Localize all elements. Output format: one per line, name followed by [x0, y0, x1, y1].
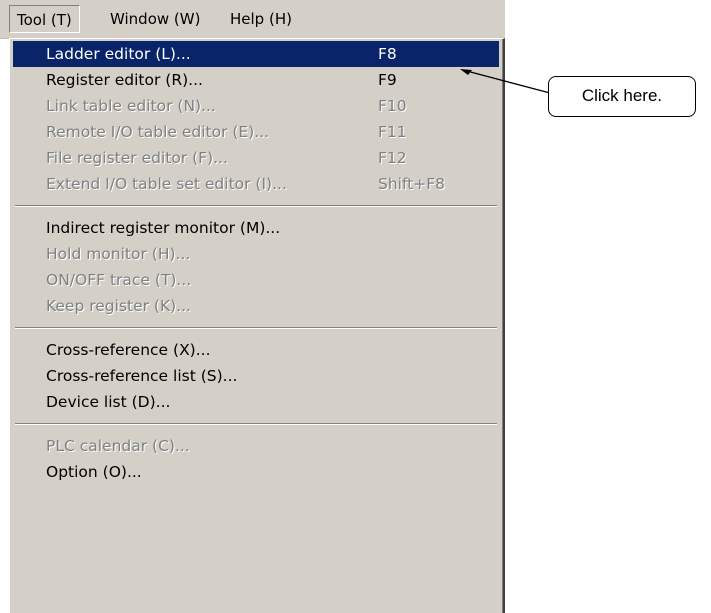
- menu-item-label: Option (O)...: [46, 463, 142, 481]
- menu-item-plc-calendar: PLC calendar (C)...: [13, 433, 499, 459]
- menu-item-label: Extend I/O table set editor (I)...: [46, 175, 287, 193]
- screenshot-stage: Tool (T) Window (W) Help (H) Ladder edit…: [0, 0, 711, 613]
- menu-item-label: PLC calendar (C)...: [46, 437, 190, 455]
- menu-item-label: Cross-reference list (S)...: [46, 367, 238, 385]
- menu-item-shortcut: F9: [378, 71, 397, 89]
- menu-item-option[interactable]: Option (O)...: [13, 459, 499, 485]
- menu-item-hold-monitor: Hold monitor (H)...: [13, 241, 499, 267]
- menu-item-keep-register: Keep register (K)...: [13, 293, 499, 319]
- menu-item-label: File register editor (F)...: [46, 149, 228, 167]
- menu-item-link-table-editor: Link table editor (N)... F10: [13, 93, 499, 119]
- menu-item-shortcut: Shift+F8: [378, 175, 445, 193]
- menu-item-label: Hold monitor (H)...: [46, 245, 191, 263]
- menu-item-shortcut: F8: [378, 45, 397, 63]
- menu-item-label: Cross-reference (X)...: [46, 341, 211, 359]
- menu-item-device-list[interactable]: Device list (D)...: [13, 389, 499, 415]
- menu-item-register-editor[interactable]: Register editor (R)... F9: [13, 67, 499, 93]
- menu-item-label: Keep register (K)...: [46, 297, 191, 315]
- menu-item-extend-io-table-set-editor: Extend I/O table set editor (I)... Shift…: [13, 171, 499, 197]
- menu-item-label: Indirect register monitor (M)...: [46, 219, 281, 237]
- tool-dropdown-menu: Ladder editor (L)... F8 Register editor …: [9, 38, 505, 613]
- menu-window[interactable]: Window (W): [103, 5, 207, 33]
- menu-bar: Tool (T) Window (W) Help (H): [0, 0, 505, 39]
- menu-item-shortcut: F12: [378, 149, 407, 167]
- menu-item-label: Link table editor (N)...: [46, 97, 216, 115]
- callout-text: Click here.: [581, 86, 663, 105]
- menu-item-on-off-trace: ON/OFF trace (T)...: [13, 267, 499, 293]
- menu-separator: [15, 327, 497, 329]
- menu-item-label: Device list (D)...: [46, 393, 171, 411]
- menu-item-file-register-editor: File register editor (F)... F12: [13, 145, 499, 171]
- menu-item-label: Ladder editor (L)...: [46, 45, 191, 63]
- menu-item-label: Remote I/O table editor (E)...: [46, 123, 270, 141]
- menu-separator: [15, 423, 497, 425]
- menu-item-cross-reference-list[interactable]: Cross-reference list (S)...: [13, 363, 499, 389]
- menu-item-cross-reference[interactable]: Cross-reference (X)...: [13, 337, 499, 363]
- menu-item-label: Register editor (R)...: [46, 71, 203, 89]
- menu-help[interactable]: Help (H): [223, 5, 299, 33]
- menu-item-label: ON/OFF trace (T)...: [46, 271, 192, 289]
- menu-separator: [15, 205, 497, 207]
- menu-item-shortcut: F10: [378, 97, 407, 115]
- menu-tool[interactable]: Tool (T): [9, 5, 80, 33]
- menu-item-shortcut: F11: [378, 123, 407, 141]
- menu-item-remote-io-table-editor: Remote I/O table editor (E)... F11: [13, 119, 499, 145]
- callout-box: Click here.: [548, 76, 696, 117]
- menu-item-ladder-editor[interactable]: Ladder editor (L)... F8: [13, 41, 499, 67]
- menu-item-indirect-register-monitor[interactable]: Indirect register monitor (M)...: [13, 215, 499, 241]
